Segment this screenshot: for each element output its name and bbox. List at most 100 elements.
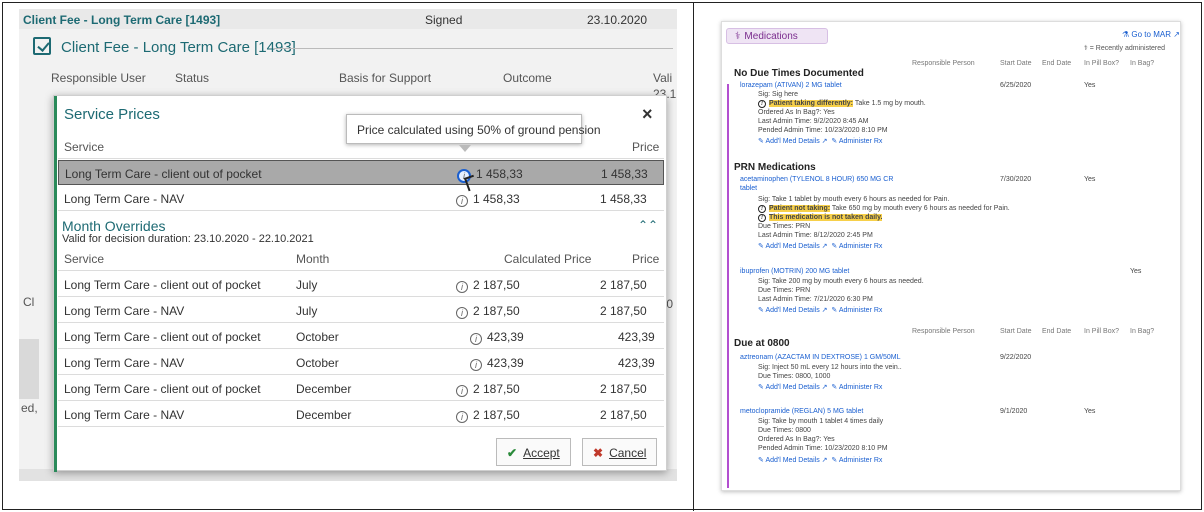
col-end: End Date (1042, 328, 1072, 335)
administer-link[interactable]: ✎ Administer Rx (831, 243, 882, 250)
add-details-link[interactable]: ✎ Add'l Med Details ↗ (758, 384, 828, 391)
med-name-ibuprofen[interactable]: ibuprofen (MOTRIN) 200 MG tablet (740, 268, 849, 275)
info-icon[interactable]: i (470, 359, 482, 371)
alert-icon: ! (758, 205, 766, 213)
in-bag: Yes (1130, 268, 1142, 275)
service-prices-modal: Service Prices × Price calculated using … (53, 95, 667, 472)
topbar-title[interactable]: Client Fee - Long Term Care [1493] (23, 13, 220, 27)
sig: Sig: Inject 50 mL every 12 hours into th… (758, 364, 902, 371)
add-details-link[interactable]: ✎ Add'l Med Details ↗ (758, 243, 828, 250)
header-month: Month (296, 252, 330, 266)
medications-panel: ⚕ Medications ⚗ Go to MAR ↗ ⚕ = Recently … (721, 21, 1181, 491)
administer-link[interactable]: ✎ Administer Rx (831, 457, 882, 464)
header-price: Price (632, 140, 660, 154)
month-overrides-subtitle: Valid for decision duration: 23.10.2020 … (62, 233, 314, 245)
section-prn: PRN Medications (734, 162, 816, 173)
override-service: Long Term Care - client out of pocket (64, 278, 261, 292)
price: 1 458,33 (600, 192, 647, 206)
col-start: Start Date (1000, 60, 1032, 67)
med-name-metoclopramide[interactable]: metoclopramide (REGLAN) 5 MG tablet (740, 408, 863, 415)
info-icon[interactable]: i (456, 411, 468, 423)
override-calculated: i2 187,50 (456, 278, 520, 293)
col-basis: Basis for Support (339, 71, 432, 85)
override-month: October (296, 356, 339, 370)
add-details-link[interactable]: ✎ Add'l Med Details ↗ (758, 457, 828, 464)
col-responsible: Responsible Person (912, 328, 975, 335)
override-month: July (296, 278, 318, 292)
calculated-price: i1 458,33 (456, 192, 520, 207)
override-month: July (296, 304, 318, 318)
info-icon[interactable]: i (456, 281, 468, 293)
override-row[interactable]: Long Term Care - NAV October i 423,39 423… (58, 350, 664, 375)
sig: Sig: Sig here (758, 91, 799, 98)
info-icon[interactable]: i (456, 385, 468, 397)
override-price: 2 187,50 (600, 304, 647, 318)
service-row[interactable]: Long Term Care - NAV i1 458,33 1 458,33 (58, 186, 664, 211)
month-overrides-title: Month Overrides (62, 218, 166, 234)
accept-button[interactable]: ✔ Accept (496, 438, 571, 466)
alert-icon: ! (758, 100, 766, 108)
last-admin: Last Admin Time: 9/2/2020 8:45 AM (758, 118, 869, 125)
administer-link[interactable]: ✎ Administer Rx (831, 384, 882, 391)
cancel-button[interactable]: ✖ Cancel (582, 438, 658, 466)
override-month: December (296, 408, 352, 422)
legend-recently-administered: ⚕ = Recently administered (1084, 45, 1166, 52)
override-calculated: i2 187,50 (456, 408, 520, 423)
sig: Sig: Take 200 mg by mouth every 6 hours … (758, 278, 924, 285)
topbar-status: Signed (425, 13, 463, 27)
add-details-link[interactable]: ✎ Add'l Med Details ↗ (758, 307, 828, 314)
price: 1 458,33 (601, 167, 648, 181)
override-service: Long Term Care - client out of pocket (64, 382, 261, 396)
collapse-chevron-icon[interactable]: ⌃⌃ (638, 218, 658, 232)
overrides-table-header: Service Month Calculated Price Price (58, 246, 664, 271)
medications-header[interactable]: ⚕ Medications (726, 28, 828, 44)
med-actions: ✎ Add'l Med Details ↗ ✎ Administer Rx (758, 383, 882, 391)
med-name-lorazepam[interactable]: lorazepam (ATIVAN) 2 MG tablet (740, 82, 842, 89)
med-name-cont[interactable]: tablet (740, 185, 757, 192)
col-responsible-user: Responsible User (51, 71, 146, 85)
start-date: 9/22/2020 (1000, 354, 1032, 361)
administer-link[interactable]: ✎ Administer Rx (831, 138, 882, 145)
background-header: Client Fee - Long Term Care [1493] (31, 37, 673, 61)
service-name: Long Term Care - NAV (64, 192, 185, 206)
override-row[interactable]: Long Term Care - client out of pocket De… (58, 376, 664, 401)
override-price: 2 187,50 (600, 382, 647, 396)
pill-bottle-icon: ⚗ (1122, 30, 1132, 39)
start-date: 6/25/2020 (1000, 82, 1032, 89)
go-to-mar-link[interactable]: ⚗ Go to MAR ↗ (1122, 30, 1180, 39)
medications-accent-bar (727, 84, 729, 488)
override-row[interactable]: Long Term Care - client out of pocket Ju… (58, 272, 664, 297)
override-price: 423,39 (618, 330, 655, 344)
x-icon: ✖ (593, 446, 604, 460)
close-icon[interactable]: × (642, 104, 653, 125)
info-icon[interactable]: i (470, 333, 482, 345)
override-month: October (296, 330, 339, 344)
col-pill: In Pill Box? (1084, 60, 1120, 67)
col-outcome: Outcome (503, 71, 552, 85)
med-name-acetaminophen[interactable]: acetaminophen (TYLENOL 8 HOUR) 650 MG CR (740, 176, 893, 183)
col-valid: Vali (653, 71, 673, 85)
header-divider (273, 48, 673, 49)
col-responsible: Responsible Person (912, 60, 975, 67)
override-calculated: i 423,39 (470, 330, 524, 345)
service-table-header: Service Price (58, 134, 664, 159)
info-icon[interactable]: i (456, 195, 468, 207)
override-service: Long Term Care - NAV (64, 304, 185, 318)
administer-link[interactable]: ✎ Administer Rx (831, 307, 882, 314)
col-pill: In Pill Box? (1084, 328, 1120, 335)
info-icon[interactable]: i (456, 307, 468, 319)
header-service: Service (64, 140, 105, 154)
med-actions: ✎ Add'l Med Details ↗ ✎ Administer Rx (758, 242, 882, 250)
override-row[interactable]: Long Term Care - client out of pocket Oc… (58, 324, 664, 349)
pended-admin: Pended Admin Time: 10/23/2020 8:10 PM (758, 445, 888, 452)
med-name-aztreonam[interactable]: aztreonam (AZACTAM IN DEXTROSE) 1 GM/50M… (740, 354, 901, 361)
override-service: Long Term Care - client out of pocket (64, 330, 261, 344)
override-row[interactable]: Long Term Care - NAV July i2 187,50 2 18… (58, 298, 664, 323)
due-times: Due Times: 0800, 1000 (758, 373, 831, 380)
service-row-selected[interactable]: Long Term Care - client out of pocket i1… (58, 160, 664, 185)
override-service: Long Term Care - NAV (64, 356, 185, 370)
override-row[interactable]: Long Term Care - NAV December i2 187,50 … (58, 402, 664, 427)
col-start: Start Date (1000, 328, 1032, 335)
add-details-link[interactable]: ✎ Add'l Med Details ↗ (758, 138, 828, 145)
sig: Sig: Take 1 tablet by mouth every 6 hour… (758, 196, 950, 203)
